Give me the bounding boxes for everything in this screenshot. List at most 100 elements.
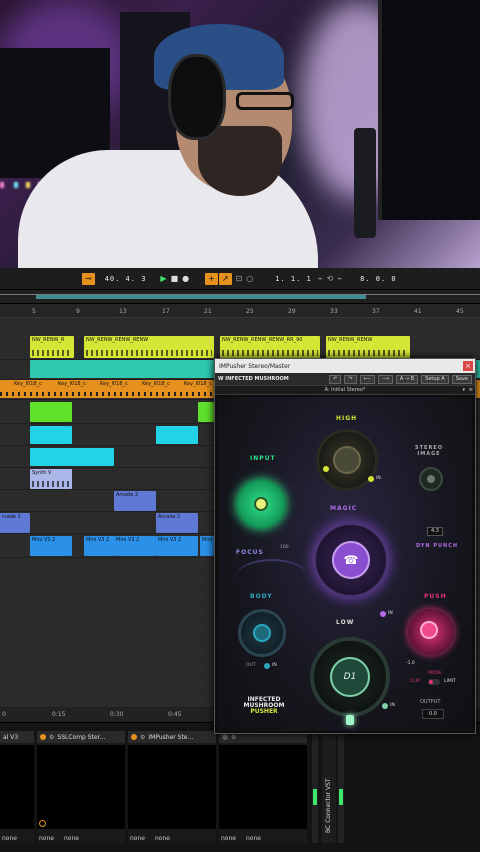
dyn-punch-value[interactable]: 4.3 [427, 527, 443, 536]
record-icon[interactable]: ● [182, 273, 189, 285]
midi-clip[interactable]: Arcade 2 [156, 513, 198, 533]
chevron-down-icon[interactable]: ▾ [462, 387, 465, 393]
setup-button[interactable]: Setup A [421, 374, 449, 384]
pusher-logo: INFECTED MUSHROOM PUSHER [243, 696, 285, 715]
low-knob[interactable]: D1 [310, 637, 390, 717]
power-icon[interactable] [40, 734, 46, 740]
audio-clip[interactable] [30, 402, 72, 422]
stereo-image-label: STEREO IMAGE [415, 445, 443, 457]
redo-button[interactable]: ↷ [344, 374, 357, 384]
ruler-bar: 9 [76, 308, 80, 315]
webcam-feed [0, 0, 480, 268]
settings-icon[interactable]: ⚙ [140, 734, 145, 741]
midi-clip[interactable]: Synth V [30, 469, 72, 489]
save-button[interactable]: Save [451, 374, 472, 384]
device-foot: none none [39, 834, 79, 842]
midi-clip[interactable]: Mini V3 2 [30, 536, 72, 556]
close-icon[interactable]: × [463, 361, 473, 371]
body-knob[interactable] [238, 609, 286, 657]
level-meter [338, 733, 344, 843]
device-slot[interactable]: ⚙ IMPusher Ste... none none [128, 731, 216, 843]
ruler-bar: 45 [456, 308, 464, 315]
stop-icon[interactable]: ■ [171, 273, 179, 285]
audio-clip[interactable] [198, 402, 214, 422]
settings-icon[interactable]: ⚙ [49, 734, 54, 741]
preset-name: A: Initial Stereo* [324, 387, 366, 393]
plugin-brand: W INFECTED MUSHROOM [218, 376, 289, 382]
power-icon[interactable] [131, 734, 137, 740]
undo-button[interactable]: ↶ [329, 374, 342, 384]
audio-clip[interactable] [30, 448, 114, 466]
loop-icon[interactable]: ⟲ [327, 273, 334, 285]
plugin-titlebar[interactable]: IMPusher Stereo/Master × [215, 359, 475, 373]
ruler-bar: 41 [414, 308, 422, 315]
prev-preset-button[interactable]: ⟵ [359, 374, 375, 384]
limit-mode-label[interactable]: LIMIT [444, 679, 456, 684]
capture-icon[interactable]: ⊡ [236, 273, 243, 285]
high-label: HIGH [336, 415, 358, 422]
device-foot: none [2, 834, 17, 842]
headphones [168, 54, 226, 140]
audio-clip[interactable] [156, 426, 198, 444]
output-value[interactable]: 0.0 [422, 709, 444, 719]
device-slot[interactable]: al V3 none [0, 731, 34, 843]
settings-icon[interactable]: ⚙ [231, 734, 236, 741]
menu-icon[interactable]: ≡ [469, 387, 473, 393]
preset-selector[interactable]: A: Initial Stereo* ▾ ≡ [215, 385, 475, 395]
punch-in-icon[interactable]: ⌁ [318, 273, 323, 285]
mode-toggle-thumb [429, 680, 433, 684]
glasses [236, 92, 294, 110]
midi-clip[interactable]: Mini V3 2 [114, 536, 156, 556]
punch-out-icon[interactable]: ⌁ [337, 273, 342, 285]
audio-clip[interactable]: NW_RENW_RENW_RENW_RR_90 [220, 336, 320, 358]
magic-in-toggle[interactable] [380, 611, 386, 617]
clip-label: Key_I018_c [184, 381, 212, 387]
loop-length[interactable]: 8. 0. 0 [360, 275, 397, 283]
low-in-label: IN [390, 703, 395, 708]
body-in-toggle[interactable] [264, 663, 270, 669]
midi-clip[interactable]: Mini [200, 536, 214, 556]
push-knob[interactable] [408, 609, 454, 655]
input-knob[interactable] [236, 479, 286, 529]
device-slot[interactable]: ⚙ SSLComp Ster... none none [37, 731, 125, 843]
clip-mode-label[interactable]: CLIP [410, 679, 420, 684]
guitar [354, 128, 376, 238]
record-ring-icon[interactable] [39, 820, 46, 827]
automation-arm-button[interactable]: ↗ [218, 272, 232, 285]
midi-clip[interactable]: Mini V3 2 [84, 536, 114, 556]
audio-clip[interactable]: NW_RENW_R [30, 336, 74, 358]
overdub-button[interactable]: + [205, 272, 218, 285]
time-mark: 0:30 [110, 711, 124, 718]
a-to-b-button[interactable]: A → B [395, 374, 419, 384]
midi-clip[interactable]: Arcade 2 [114, 491, 156, 511]
arrangement-position-button[interactable]: ⊸ [82, 272, 95, 285]
play-icon[interactable]: ▶ [160, 273, 166, 285]
power-icon[interactable] [222, 734, 228, 740]
song-position[interactable]: 40. 4. 3 [105, 275, 147, 283]
clip-label: Key_I018_c [100, 381, 128, 387]
clip-label: Key_I018_c [14, 381, 42, 387]
loop-start[interactable]: 1. 1. 1 [275, 275, 312, 283]
device-slot[interactable]: ⚙ none none [219, 731, 307, 843]
session-record-icon[interactable]: ○ [246, 273, 253, 285]
high-in-toggle[interactable] [368, 476, 374, 482]
arrangement-overview[interactable] [0, 290, 480, 304]
ruler-bar: 13 [119, 308, 127, 315]
plugin-window[interactable]: IMPusher Stereo/Master × W INFECTED MUSH… [214, 358, 476, 734]
device-chain: al V3 none ⚙ SSLComp Ster... none none ⚙ IM… [0, 722, 480, 852]
beat-ruler[interactable]: 5 9 13 17 21 25 29 33 37 41 45 [0, 304, 480, 318]
magic-knob-cap: ☎ [332, 541, 370, 579]
audio-clip[interactable] [30, 426, 72, 444]
audio-clip[interactable]: NW_RENW_RENW_RENW [84, 336, 214, 358]
body-label: BODY [250, 593, 273, 600]
magic-knob[interactable]: ☎ [312, 521, 390, 599]
next-preset-button[interactable]: ⟶ [377, 374, 393, 384]
low-in-toggle[interactable] [382, 703, 388, 709]
stereo-image-knob[interactable] [419, 467, 443, 491]
monitor [378, 0, 480, 220]
midi-clip[interactable]: rcade 2 [0, 513, 30, 533]
midi-clip[interactable]: Mini V3 2 [156, 536, 198, 556]
mode-toggle[interactable] [428, 679, 440, 685]
audio-clip[interactable]: NW_RENW_RENW [326, 336, 410, 358]
focus-arc[interactable] [236, 559, 308, 595]
